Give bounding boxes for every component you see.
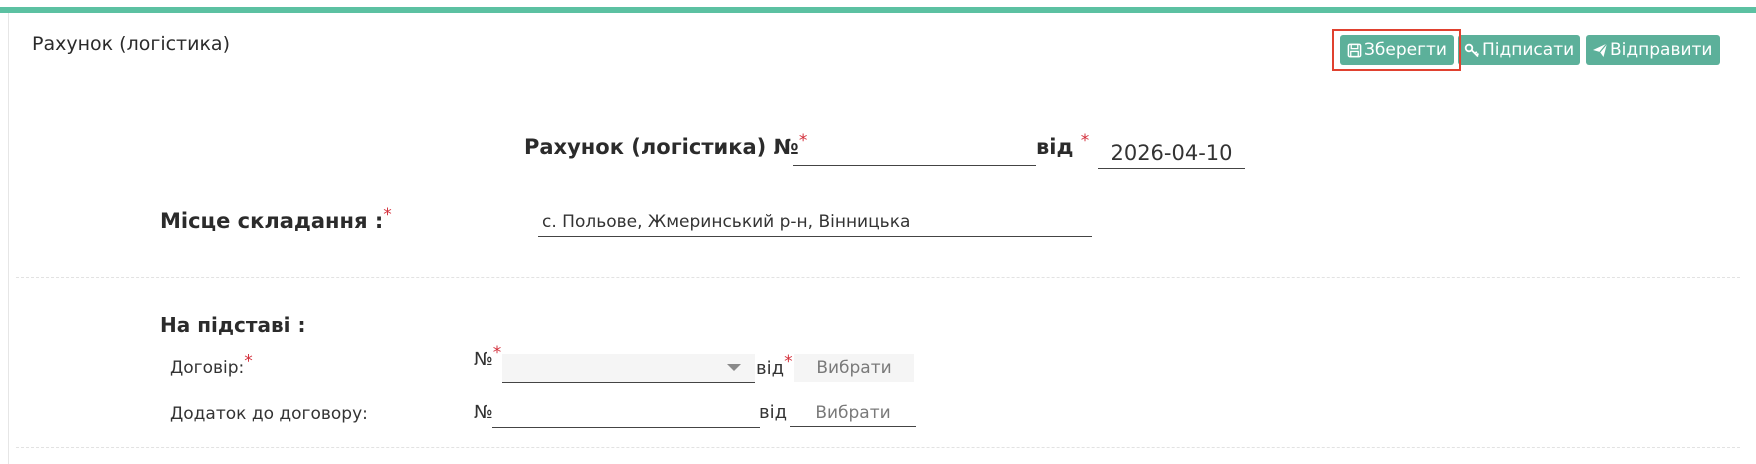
addendum-number-input[interactable] bbox=[492, 400, 760, 428]
contract-label-text: Договір: bbox=[170, 358, 245, 378]
addendum-number-sign: № bbox=[474, 402, 493, 423]
required-mark: * bbox=[784, 352, 793, 372]
accent-top-bar bbox=[0, 7, 1756, 13]
contract-number-sign-text: № bbox=[474, 349, 493, 370]
invoice-date-label: від * bbox=[1036, 133, 1089, 160]
section-divider bbox=[16, 447, 1740, 448]
sign-button-label: Підписати bbox=[1482, 40, 1575, 60]
section-divider bbox=[16, 277, 1740, 278]
invoice-heading-text: Рахунок (логістика) № bbox=[524, 135, 799, 159]
place-label-text: Місце складання : bbox=[160, 209, 384, 233]
save-button[interactable]: Зберегти bbox=[1340, 35, 1454, 65]
place-input[interactable] bbox=[538, 208, 1092, 237]
panel-border bbox=[8, 13, 9, 464]
contract-label: Договір:* bbox=[170, 353, 253, 378]
send-button-label: Відправити bbox=[1610, 40, 1713, 60]
contract-date-label: від* bbox=[756, 354, 793, 380]
required-mark: * bbox=[383, 205, 392, 225]
paper-plane-icon bbox=[1592, 42, 1608, 58]
addendum-date-label: від bbox=[759, 402, 788, 423]
invoice-date-input[interactable] bbox=[1098, 138, 1245, 169]
contract-date-label-text: від bbox=[756, 358, 785, 379]
sign-button[interactable]: Підписати bbox=[1458, 35, 1580, 65]
invoice-number-input[interactable] bbox=[793, 140, 1036, 166]
save-button-label: Зберегти bbox=[1364, 40, 1447, 60]
required-mark: * bbox=[492, 343, 502, 363]
addendum-date-picker[interactable] bbox=[790, 399, 916, 427]
invoice-heading: Рахунок (логістика) №* bbox=[524, 133, 807, 160]
key-icon bbox=[1464, 42, 1480, 58]
place-label: Місце складання :* bbox=[160, 207, 392, 234]
invoice-date-label-text: від bbox=[1036, 135, 1074, 159]
caret-down-icon bbox=[727, 364, 741, 371]
contract-number-sign: №* bbox=[474, 345, 501, 371]
invoice-page: Рахунок (логістика) Зберегти Підписати В… bbox=[0, 0, 1756, 464]
basis-label: На підставі : bbox=[160, 313, 306, 337]
required-mark: * bbox=[1080, 131, 1090, 151]
required-mark: * bbox=[244, 351, 253, 372]
floppy-disk-icon bbox=[1346, 42, 1362, 58]
addendum-label: Додаток до договору: bbox=[170, 404, 368, 424]
panel-title: Рахунок (логістика) bbox=[32, 33, 230, 55]
contract-select[interactable] bbox=[502, 354, 755, 383]
contract-date-picker[interactable] bbox=[794, 354, 914, 382]
send-button[interactable]: Відправити bbox=[1586, 35, 1720, 65]
